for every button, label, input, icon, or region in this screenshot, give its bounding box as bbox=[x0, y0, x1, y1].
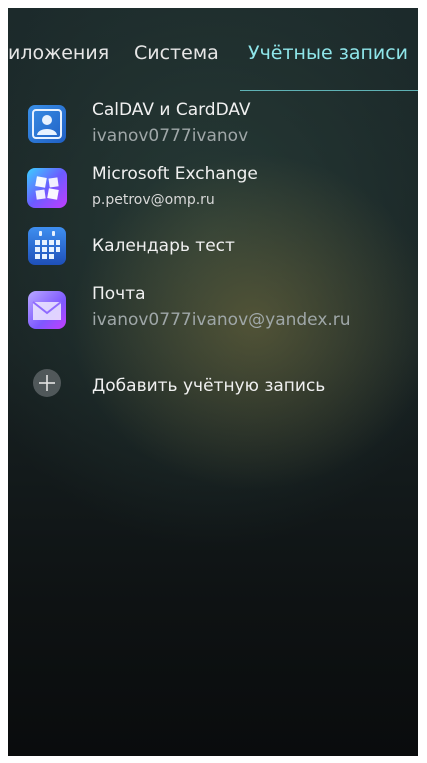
account-title: Календарь тест bbox=[92, 236, 235, 256]
contact-card-icon bbox=[28, 105, 66, 143]
add-account-label: Добавить учётную запись bbox=[92, 376, 326, 396]
add-account-button[interactable]: Добавить учётную запись bbox=[8, 358, 418, 418]
tab-system[interactable]: Система bbox=[134, 42, 219, 64]
account-title: Почта bbox=[92, 284, 146, 304]
calendar-icon bbox=[28, 227, 66, 265]
account-title: Microsoft Exchange bbox=[92, 164, 258, 184]
tab-accounts[interactable]: Учётные записи bbox=[248, 42, 408, 64]
plus-circle-icon bbox=[33, 369, 61, 397]
active-tab-indicator bbox=[240, 90, 418, 91]
tab-apps[interactable]: иложения bbox=[8, 42, 109, 64]
exchange-icon bbox=[27, 168, 67, 208]
account-item-mail[interactable]: Почта ivanov0777ivanov@yandex.ru bbox=[8, 280, 418, 340]
account-item-exchange[interactable]: Microsoft Exchange p.petrov@omp.ru bbox=[8, 160, 418, 220]
account-item-calendar[interactable]: Календарь тест bbox=[8, 218, 418, 278]
account-item-caldav[interactable]: CalDAV и CardDAV ivanov0777ivanov bbox=[8, 96, 418, 156]
accounts-screen: иложения Система Учётные записи CalDAV и… bbox=[8, 8, 418, 756]
account-subtitle: p.petrov@omp.ru bbox=[92, 192, 215, 208]
account-title: CalDAV и CardDAV bbox=[92, 100, 251, 120]
account-subtitle: ivanov0777ivanov@yandex.ru bbox=[92, 310, 351, 330]
account-subtitle: ivanov0777ivanov bbox=[92, 126, 249, 146]
tab-bar: иложения Система Учётные записи bbox=[8, 8, 418, 92]
mail-icon bbox=[28, 291, 66, 329]
